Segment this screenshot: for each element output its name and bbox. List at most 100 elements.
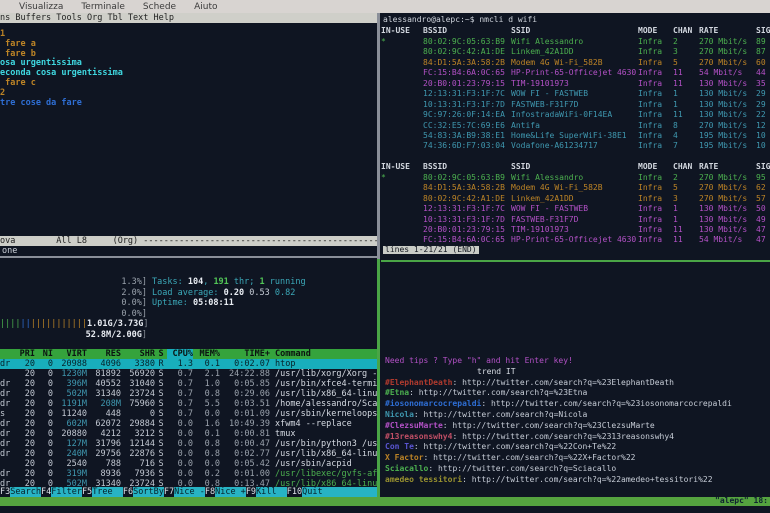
wifi-row: 20:B0:01:23:79:15TIM-19101973Infra11130 … [381,225,770,234]
twitter-tips-line: Need tips ? Type "h" and hit Enter key! [385,356,573,365]
fkey-f5[interactable]: F5 [82,487,92,497]
trend-item: Nicola: http://twitter.com/search?q=Nico… [385,410,587,419]
pane-twitter-trends[interactable]: Need tips ? Type "h" and hit Enter key! … [381,263,770,497]
fkey-f3[interactable]: F3 [0,487,10,497]
pane-border-horizontal-right[interactable] [381,260,770,262]
wifi-row: 12:13:31:F3:1F:7CWOW FI - FASTWEBInfra11… [381,204,770,213]
org-line: osa urgentissima [0,59,82,68]
org-line: 1 [0,30,5,39]
org-line: 2 [0,89,5,98]
cpu-meter: 0.0%] [0,309,147,319]
menu-item-schede[interactable]: Schede [134,2,185,12]
htop-function-bar: F3SearchF4FilterF5Tree F6SortByF7Nice -F… [0,487,377,497]
wifi-row: 10:13:31:F3:1F:7DFASTWEB-F31F7DInfra1130… [381,100,770,109]
wifi-row: *80:02:9C:05:63:B9Wifi AlessandroInfra22… [381,173,770,182]
process-row[interactable]: dr200240M2975622876S0.00.80:02.77/usr/li… [0,449,377,459]
trend-item: Con Te: http://twitter.com/search?q=%22C… [385,442,616,451]
trend-item: amedeo tessitori: http://twitter.com/sea… [385,475,713,484]
process-row[interactable]: dr200602M6207229884S0.01.610:49.39xfwm4 … [0,419,377,429]
twitter-trend-title: trend IT [477,367,516,376]
trend-item: X Factor: http://twitter.com/search?q=%2… [385,453,635,462]
load-average-line: Load average: 0.20 0.53 0.82 [152,288,295,298]
org-line: fare a [0,40,36,49]
fkey-label-search[interactable]: Search [10,487,41,497]
wifi-row: 10:13:31:F3:1F:7DFASTWEB-F31F7DInfra1130… [381,215,770,224]
emacs-modeline: ova All L8 (Org) -----------------------… [0,236,377,246]
process-row[interactable]: dr200502M3134023724S0.70.80:29.06/usr/li… [0,389,377,399]
trend-item: #iosonomarcocrepaldi: http://twitter.com… [385,399,732,408]
process-row[interactable]: dr200127M3179612144S0.00.80:00.47/usr/bi… [0,439,377,449]
process-row[interactable]: dr200396M4055231040S0.71.00:05.85/usr/bi… [0,379,377,389]
wifi-row: CC:32:E5:7C:69:E6AntifaInfra8270 Mbit/s1… [381,121,770,130]
cpu-meter: 0.0%] [0,298,147,308]
fkey-label-sortby[interactable]: SortBy [133,487,164,497]
wifi-row: *80:02:9C:05:63:B9Wifi AlessandroInfra22… [381,37,770,46]
wifi-row: 12:13:31:F3:1F:7CWOW FI - FASTWEBInfra11… [381,89,770,98]
trend-item: #Etna: http://twitter.com/search?q=%23Et… [385,388,587,397]
wifi-row: 80:02:9C:42:A1:DELinkem_42A1DDInfra3270 … [381,194,770,203]
pane-emacs-org[interactable]: ns Buffers Tools Org Tbl Text Help 1 far… [0,13,377,257]
cpu-meter: 2.0%] [0,288,147,298]
wifi-row: FC:15:B4:6A:0C:65HP-Print-65-Officejet 4… [381,235,770,244]
fkey-f6[interactable]: F6 [123,487,133,497]
wifi-row: 9C:97:26:0F:14:EAInfostradaWiFi-0F14EAIn… [381,110,770,119]
fkey-f9[interactable]: F9 [246,487,256,497]
pane-nmcli-wifi[interactable]: alessandro@alepc:~$ nmcli d wifi IN-USEB… [381,13,770,260]
emacs-menubar[interactable]: ns Buffers Tools Org Tbl Text Help [0,13,377,23]
trend-item: #13reasonswhy4: http://twitter.com/searc… [385,432,674,441]
fkey-f7[interactable]: F7 [164,487,174,497]
pane-htop[interactable]: 1.3%]2.0%]0.0%]0.0%]|||||||||||||||||1.0… [0,261,377,497]
fkey-f8[interactable]: F8 [205,487,215,497]
org-line: econda cosa urgentissima [0,69,123,78]
process-row[interactable]: 2001230M8189256920S0.72.124:22.88/usr/li… [0,369,377,379]
process-row[interactable]: 2002540788716S0.00.00:05.42/usr/sbin/acp… [0,459,377,469]
swap-meter: 52.8M/2.00G] [0,330,147,340]
pane-border-horizontal-left[interactable] [0,256,377,258]
menu-item-aiuto[interactable]: Aiuto [185,2,226,12]
fkey-label-nice +[interactable]: Nice + [215,487,246,497]
process-table-header: PRINIVIRTRESSHRSCPU%MEM%TIME+Command [0,349,377,359]
process-row[interactable]: s200112404480S0.70.00:01.09/usr/sbin/ker… [0,409,377,419]
wifi-row: 20:B0:01:23:79:15TIM-19101973Infra11130 … [381,79,770,88]
org-line: fare b [0,50,36,59]
fkey-label-nice -[interactable]: Nice - [174,487,205,497]
shell-prompt: alessandro@alepc:~$ nmcli d wifi [383,16,537,24]
tmux-session-name: "alepc" 18: [715,497,768,506]
trend-item: Sciacallo: http://twitter.com/search?q=S… [385,464,616,473]
wifi-table-header: IN-USEBSSIDSSIDMODECHANRATESIG [381,162,770,171]
pane-border-vertical-top[interactable] [377,13,380,259]
trend-item: #ElephantDeath: http://twitter.com/searc… [385,378,674,387]
pane-border-vertical-bottom[interactable] [377,259,380,497]
memory-meter: |||||||||||||||||1.01G/3.73G] [0,319,147,329]
wifi-row: 54:83:3A:B9:38:E1Home&Life SuperWiFi-38E… [381,131,770,140]
tmux-status-bar: "alepc" 18: [0,497,770,506]
pager-status: lines 1-21/21 (END) [383,246,479,254]
fkey-label-tree[interactable]: Tree [92,487,123,497]
wifi-row: 80:02:9C:42:A1:DELinkem_42A1DDInfra3270 … [381,47,770,56]
fkey-label-quit[interactable]: Quit [302,487,333,497]
fkey-f10[interactable]: F10 [287,487,302,497]
fkey-f4[interactable]: F4 [41,487,51,497]
emacs-echo-area: one [2,247,17,256]
org-line: tre cose da fare [0,99,82,108]
wifi-row: 74:36:6D:F7:03:04Vodafone-A61234717Infra… [381,141,770,150]
process-row[interactable]: dr2002088042123212S0.00.10:00.81tmux [0,429,377,439]
wifi-row: 84:D1:5A:3A:58:2BModem 4G Wi-Fi_582BInfr… [381,58,770,67]
wifi-row: 84:D1:5A:3A:58:2BModem 4G Wi-Fi_582BInfr… [381,183,770,192]
org-line: fare c [0,79,36,88]
process-row[interactable]: dr2001191M208M75960S0.75.50:03.51/home/a… [0,399,377,409]
wifi-table-header: IN-USEBSSIDSSIDMODECHANRATESIG [381,26,770,35]
terminal-window: VisualizzaTerminaleSchedeAiuto ns Buffer… [0,0,770,513]
trend-item: #ClezsuMarte: http://twitter.com/search?… [385,421,655,430]
wifi-row: FC:15:B4:6A:0C:65HP-Print-65-Officejet 4… [381,68,770,77]
process-row[interactable]: dr200319M89367936S0.00.20:01.00/usr/libe… [0,469,377,479]
menu-item-terminale[interactable]: Terminale [72,2,134,12]
process-row[interactable]: dr2002098840963380R1.30.10:02.07htop [0,359,377,369]
tasks-line: Tasks: 104, 191 thr; 1 running [152,277,306,287]
uptime-line: Uptime: 05:08:11 [152,298,234,308]
menu-item-visualizza[interactable]: Visualizza [10,2,72,12]
fkey-label-kill[interactable]: Kill [256,487,287,497]
fkey-label-filter[interactable]: Filter [51,487,82,497]
cpu-meter: 1.3%] [0,277,147,287]
terminal-menubar: VisualizzaTerminaleSchedeAiuto [0,0,770,13]
